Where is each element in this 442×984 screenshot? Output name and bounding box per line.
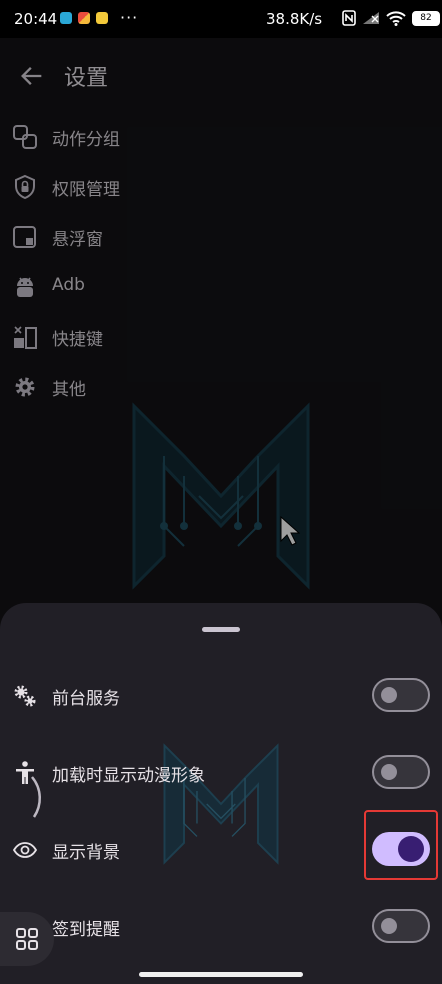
highlight-box [364,810,438,880]
app-notification-1-icon [60,12,72,24]
network-speed: 38.8K/s [266,10,323,28]
drag-handle[interactable] [202,627,240,632]
setting-checkin-reminder: 签到提醒 [0,897,442,957]
setting-foreground-service: 前台服务 [0,666,442,726]
status-time: 20:44 [14,10,58,28]
toggle-thumb [381,918,397,934]
app-notification-2-icon [78,12,90,24]
gears-icon [14,685,36,707]
toggle-thumb [381,687,397,703]
setting-label: 加载时显示动漫形象 [52,766,205,786]
more-notifications-icon: ··· [120,8,139,27]
loading-anime-figure-toggle[interactable] [372,755,430,789]
setting-loading-anime-figure: 加载时显示动漫形象 [0,743,442,803]
checkin-reminder-toggle[interactable] [372,909,430,943]
gesture-navigation-bar[interactable] [139,972,303,977]
floating-grid-button[interactable] [0,912,54,966]
eye-icon [12,842,38,858]
setting-label: 签到提醒 [52,920,120,940]
battery-icon: 82 [412,10,440,26]
nfc-icon [342,10,356,26]
grid-icon [16,928,38,950]
settings-bottom-sheet: 前台服务 加载时显示动漫形象 显示背景 签到提醒 [0,603,442,984]
setting-label: 前台服务 [52,689,120,709]
system-icons: 82 [342,10,440,26]
loading-spinner-icon [31,776,41,818]
foreground-service-toggle[interactable] [372,678,430,712]
setting-label: 显示背景 [52,843,120,863]
notification-icons [60,12,108,24]
toggle-thumb [381,764,397,780]
wifi-icon [386,10,406,26]
status-bar: 20:44 ··· 38.8K/s 82 [0,0,442,38]
app-notification-3-icon [96,12,108,24]
signal-icon [363,12,379,24]
